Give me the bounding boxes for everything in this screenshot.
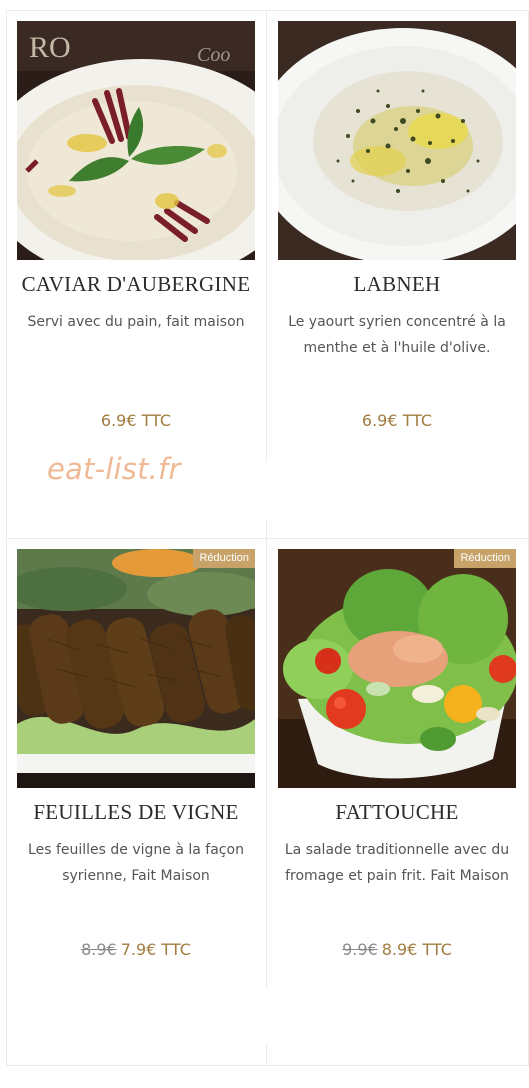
dish-title[interactable]: FATTOUCHE: [278, 800, 516, 825]
row-divider: [6, 538, 529, 539]
svg-text:RO: RO: [29, 31, 71, 64]
dish-description: La salade traditionnelle avec du fromage…: [284, 842, 510, 884]
svg-text:Coo: Coo: [197, 44, 230, 66]
price-value: 7.9€ TTC: [120, 940, 191, 959]
dish-title[interactable]: LABNEH: [278, 272, 516, 297]
price-value: 6.9€ TTC: [100, 411, 172, 430]
column-divider-gap: [266, 520, 267, 538]
dish-title[interactable]: FEUILLES DE VIGNE: [17, 800, 255, 825]
caviar-aubergine-photo: RO Coo: [17, 21, 255, 260]
menu-card-feuilles-de-vigne[interactable]: Réduction FEUILLES DE VIGNE Les feuilles…: [17, 549, 255, 959]
dish-description: Les feuilles de vigne à la façon syrienn…: [28, 842, 244, 884]
menu-card-labneh[interactable]: LABNEH Le yaourt syrien concentré à la m…: [278, 21, 516, 430]
dish-image-caviar-aubergine[interactable]: RO Coo: [17, 21, 255, 260]
dish-price: 9.9€ 8.9€ TTC: [278, 940, 516, 959]
dish-price: 6.9€ TTC: [17, 411, 255, 430]
dish-image-feuilles-de-vigne[interactable]: Réduction: [17, 549, 255, 788]
price-value: 8.9€ TTC: [381, 940, 452, 959]
labneh-photo: [278, 21, 516, 260]
column-divider-top: [266, 10, 267, 462]
dish-price: 8.9€ 7.9€ TTC: [17, 940, 255, 959]
feuilles-de-vigne-photo: [17, 549, 255, 788]
grid-top-border: [6, 10, 529, 11]
menu-card-fattouche[interactable]: Réduction FATTOUCHE La salade traditionn…: [278, 549, 516, 959]
price-value: 6.9€ TTC: [361, 411, 433, 430]
discount-badge: Réduction: [454, 549, 516, 568]
fattouche-photo: [278, 549, 516, 788]
old-price: 9.9€: [342, 940, 378, 959]
dish-price: 6.9€ TTC: [278, 411, 516, 430]
dish-description: Servi avec du pain, fait maison: [27, 314, 245, 330]
watermark: eat-list.fr: [47, 452, 181, 486]
discount-badge: Réduction: [193, 549, 255, 568]
column-divider-foot: [266, 1044, 267, 1066]
dish-title[interactable]: CAVIAR D'AUBERGINE: [17, 272, 255, 297]
dish-image-fattouche[interactable]: Réduction: [278, 549, 516, 788]
dish-description: Le yaourt syrien concentré à la menthe e…: [288, 314, 506, 356]
old-price: 8.9€: [81, 940, 117, 959]
column-divider-bottom: [266, 538, 267, 988]
menu-card-caviar-aubergine[interactable]: RO Coo CAVIAR D'AUBERGINE Servi avec du …: [17, 21, 255, 430]
dish-image-labneh[interactable]: [278, 21, 516, 260]
